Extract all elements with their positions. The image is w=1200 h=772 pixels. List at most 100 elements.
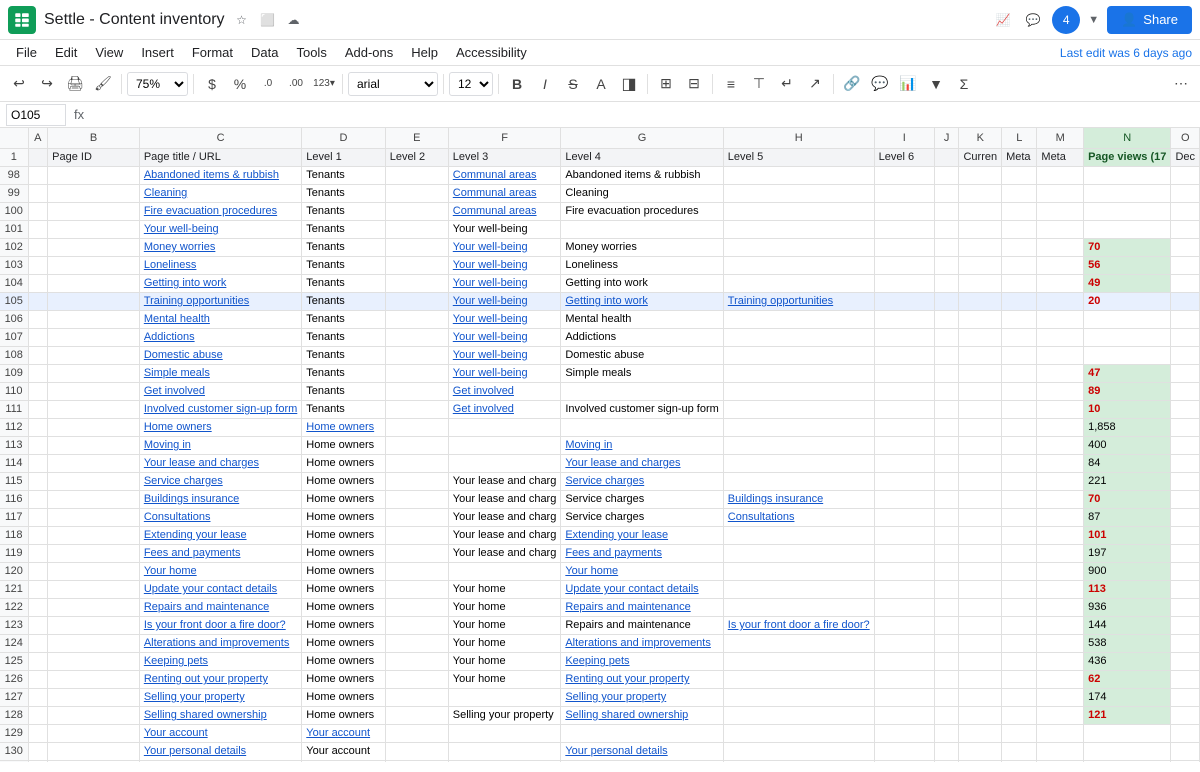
folder-icon[interactable]: ⬜ [257,9,279,31]
link-118-2[interactable]: Extending your lease [144,529,247,541]
link-108-2[interactable]: Domestic abuse [144,349,223,361]
link-120-2[interactable]: Your home [144,565,197,577]
link-129-2[interactable]: Your account [144,727,208,739]
star-icon[interactable]: ☆ [231,9,253,31]
link-122-2[interactable]: Repairs and maintenance [144,601,269,613]
menu-edit[interactable]: Edit [47,43,85,62]
italic-button[interactable]: I [532,71,558,97]
spreadsheet-container[interactable]: A B C D E F G H I J K L M N O 1Page IDPa… [0,128,1200,762]
font-size-select[interactable]: 12 [449,72,493,96]
menu-insert[interactable]: Insert [133,43,182,62]
formula-input[interactable] [92,106,1194,124]
link-106-2[interactable]: Mental health [144,313,210,325]
link-130-2[interactable]: Your personal details [144,745,246,757]
link-127-6[interactable]: Selling your property [565,691,666,703]
link-100-2[interactable]: Fire evacuation procedures [144,205,277,217]
link-114-6[interactable]: Your lease and charges [565,457,680,469]
link-122-6[interactable]: Repairs and maintenance [565,601,690,613]
link-111-5[interactable]: Get involved [453,403,514,415]
cloud-icon[interactable]: ☁ [283,9,305,31]
font-select[interactable]: arial [348,72,438,96]
currency-button[interactable]: $ [199,71,225,97]
link-104-5[interactable]: Your well-being [453,277,528,289]
link-117-2[interactable]: Consultations [144,511,211,523]
link-109-5[interactable]: Your well-being [453,367,528,379]
menu-addons[interactable]: Add-ons [337,43,401,62]
more-button[interactable]: ⋯ [1168,71,1194,97]
align-button[interactable]: ≡ [718,71,744,97]
undo-button[interactable]: ↩ [6,71,32,97]
link-102-2[interactable]: Money worries [144,241,216,253]
link-113-2[interactable]: Moving in [144,439,191,451]
link-121-2[interactable]: Update your contact details [144,583,277,595]
link-111-2[interactable]: Involved customer sign-up form [144,403,297,415]
col-G-header[interactable]: G [561,128,723,148]
menu-format[interactable]: Format [184,43,241,62]
comment-add-button[interactable]: 💬 [867,71,893,97]
col-E-header[interactable]: E [385,128,448,148]
function-button[interactable]: Σ [951,71,977,97]
col-B-header[interactable]: B [48,128,140,148]
link-98-5[interactable]: Communal areas [453,169,537,181]
activity-icon[interactable]: 📈 [992,9,1014,31]
link-107-5[interactable]: Your well-being [453,331,528,343]
number-format-button[interactable]: 123▾ [311,71,337,97]
merge-button[interactable]: ⊟ [681,71,707,97]
redo-button[interactable]: ↪ [34,71,60,97]
menu-data[interactable]: Data [243,43,286,62]
col-N-header[interactable]: N [1084,128,1171,148]
link-103-5[interactable]: Your well-being [453,259,528,271]
valign-button[interactable]: ⊤ [746,71,772,97]
col-J-header[interactable]: J [934,128,959,148]
link-103-2[interactable]: Loneliness [144,259,197,271]
link-100-5[interactable]: Communal areas [453,205,537,217]
link-110-2[interactable]: Get involved [144,385,205,397]
menu-help[interactable]: Help [403,43,446,62]
link-101-2[interactable]: Your well-being [144,223,219,235]
bold-button[interactable]: B [504,71,530,97]
link-123-7[interactable]: Is your front door a fire door? [728,619,870,631]
col-L-header[interactable]: L [1002,128,1037,148]
cell-reference-input[interactable] [6,104,66,126]
decimal-more-button[interactable]: .00 [283,71,309,97]
link-126-6[interactable]: Renting out your property [565,673,689,685]
avatar-dropdown[interactable]: ▼ [1088,14,1099,26]
link-116-2[interactable]: Buildings insurance [144,493,239,505]
link-112-3[interactable]: Home owners [306,421,374,433]
link-115-6[interactable]: Service charges [565,475,644,487]
link-119-6[interactable]: Fees and payments [565,547,662,559]
link-99-5[interactable]: Communal areas [453,187,537,199]
link-118-6[interactable]: Extending your lease [565,529,668,541]
menu-tools[interactable]: Tools [288,43,334,62]
filter-button[interactable]: ▼ [923,71,949,97]
link-123-2[interactable]: Is your front door a fire door? [144,619,286,631]
link-120-6[interactable]: Your home [565,565,618,577]
link-127-2[interactable]: Selling your property [144,691,245,703]
link-125-2[interactable]: Keeping pets [144,655,208,667]
link-116-7[interactable]: Buildings insurance [728,493,823,505]
col-D-header[interactable]: D [302,128,385,148]
link-128-6[interactable]: Selling shared ownership [565,709,688,721]
decimal-less-button[interactable]: .0 [255,71,281,97]
link-99-2[interactable]: Cleaning [144,187,187,199]
col-A-header[interactable]: A [28,128,48,148]
link-105-5[interactable]: Your well-being [453,295,528,307]
share-button[interactable]: 👤 Share [1107,6,1192,34]
link-113-6[interactable]: Moving in [565,439,612,451]
link-115-2[interactable]: Service charges [144,475,223,487]
zoom-select[interactable]: 75% 100% [127,72,188,96]
link-112-2[interactable]: Home owners [144,421,212,433]
link-98-2[interactable]: Abandoned items & rubbish [144,169,279,181]
link-105-2[interactable]: Training opportunities [144,295,249,307]
link-114-2[interactable]: Your lease and charges [144,457,259,469]
link-128-2[interactable]: Selling shared ownership [144,709,267,721]
menu-view[interactable]: View [87,43,131,62]
user-avatar[interactable]: 4 [1052,6,1080,34]
link-129-3[interactable]: Your account [306,727,370,739]
link-105-6[interactable]: Getting into work [565,295,648,307]
col-O-header[interactable]: O [1171,128,1200,148]
link-106-5[interactable]: Your well-being [453,313,528,325]
chart-button[interactable]: 📊 [895,71,921,97]
print-button[interactable]: 🖨 [62,71,88,97]
link-121-6[interactable]: Update your contact details [565,583,698,595]
